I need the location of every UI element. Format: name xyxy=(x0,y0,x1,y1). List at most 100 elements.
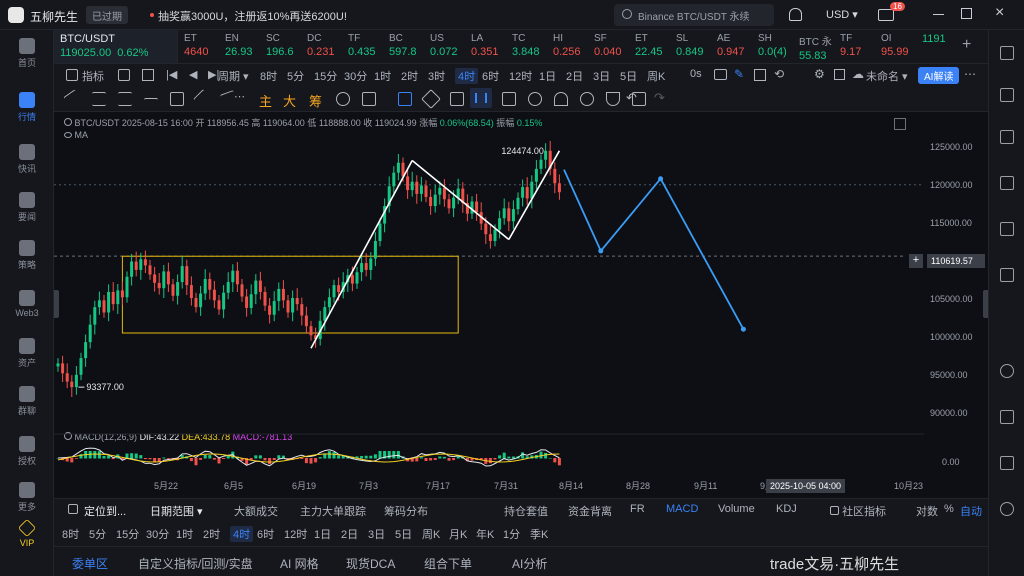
ticker-item[interactable]: OI 95.99 xyxy=(875,30,916,63)
alert-icon[interactable] xyxy=(1000,410,1014,424)
layers-icon[interactable] xyxy=(1000,456,1014,470)
bottom-interval-14[interactable]: 月K xyxy=(449,526,467,542)
watchlist-icon[interactable] xyxy=(1000,46,1014,60)
search-box[interactable]: Binance BTC/USDT 永续 xyxy=(614,4,774,26)
nav-item-0[interactable]: 首页 xyxy=(0,38,54,69)
ticker-item[interactable]: SL 0.849 xyxy=(670,30,711,63)
nav-item-9[interactable]: 更多 xyxy=(0,482,54,513)
interval-5[interactable]: 2时 xyxy=(401,68,418,84)
seconds-button[interactable]: 0s xyxy=(690,68,702,80)
bottom-interval-11[interactable]: 3日 xyxy=(368,526,385,542)
panel-tab-5[interactable]: AI分析 xyxy=(512,555,547,572)
bottom-interval-9[interactable]: 1日 xyxy=(314,526,331,542)
ticker-item[interactable]: BTC/USDT 119025.00 0.62% xyxy=(54,30,178,63)
bottom-interval-6[interactable]: 4时 xyxy=(230,526,254,542)
ticker-item[interactable]: AE 0.947 xyxy=(711,30,752,63)
orderbook-icon[interactable] xyxy=(1000,88,1014,102)
ray-icon[interactable] xyxy=(193,89,213,109)
interval-9[interactable]: 12时 xyxy=(509,68,532,84)
settings-icon[interactable]: ⚙ xyxy=(814,67,825,81)
expired-badge[interactable]: 已过期 xyxy=(86,6,128,24)
crosshair-add-button[interactable]: + xyxy=(909,254,923,268)
link-icon[interactable] xyxy=(528,92,542,106)
locate-icon[interactable] xyxy=(68,504,78,514)
locate-button[interactable]: 定位到... xyxy=(84,503,126,519)
interval-12[interactable]: 3日 xyxy=(593,68,610,84)
indicator-tab-5[interactable]: FR xyxy=(630,503,645,515)
candlestick-chart[interactable]: 125000.00120000.00115000.00110000.001050… xyxy=(54,112,988,498)
interval-13[interactable]: 5日 xyxy=(620,68,637,84)
panel-tab-4[interactable]: 组合下单 xyxy=(424,555,472,572)
chat-icon[interactable] xyxy=(1000,502,1014,516)
big-tool[interactable]: 大 xyxy=(283,91,296,110)
magnet-icon[interactable] xyxy=(554,92,568,106)
bottom-interval-8[interactable]: 12时 xyxy=(284,526,307,542)
ticker-item[interactable]: TF 9.17 xyxy=(834,30,875,63)
bottom-interval-16[interactable]: 1分 xyxy=(503,526,520,542)
ticker-item[interactable]: BTC 永 55.83 xyxy=(793,30,834,63)
indicator-tab-6[interactable]: MACD xyxy=(666,503,698,515)
trades-icon[interactable] xyxy=(1000,130,1014,144)
pencil-icon[interactable]: ✎ xyxy=(734,67,744,81)
ticker-item[interactable]: 1191 xyxy=(916,30,957,63)
bottom-interval-3[interactable]: 30分 xyxy=(146,526,169,542)
interval-0[interactable]: 8时 xyxy=(260,68,277,84)
interval-14[interactable]: 周K xyxy=(647,68,665,84)
nav-item-7[interactable]: 群聊 xyxy=(0,386,54,417)
nav-item-3[interactable]: 要闻 xyxy=(0,192,54,223)
bottom-interval-13[interactable]: 周K xyxy=(422,526,440,542)
cursor-icon[interactable] xyxy=(398,92,412,106)
parallel-channel-icon[interactable] xyxy=(118,92,132,106)
horizontal-lines-icon[interactable] xyxy=(92,92,106,106)
interval-6[interactable]: 3时 xyxy=(428,68,445,84)
chart-area[interactable]: BTC/USDT 2025-08-15 16:00 开 118956.45 高 … xyxy=(54,112,988,498)
panel-tab-0[interactable]: 委单区 xyxy=(72,555,108,572)
add-ticker-icon[interactable]: + xyxy=(962,36,971,54)
ticker-item[interactable]: ET 22.45 xyxy=(629,30,670,63)
ticker-item[interactable]: BC 597.8 xyxy=(383,30,424,63)
close-icon[interactable]: × xyxy=(995,4,1004,22)
interval-10[interactable]: 1日 xyxy=(539,68,556,84)
ticker-item[interactable]: ET 4640 xyxy=(178,30,219,63)
auto-scale-toggle[interactable]: 自动 xyxy=(960,503,982,519)
horizontal-ray-icon[interactable] xyxy=(144,98,158,112)
rectangle-icon[interactable] xyxy=(170,92,184,106)
nav-item-6[interactable]: 资产 xyxy=(0,338,54,369)
interval-2[interactable]: 15分 xyxy=(314,68,337,84)
period-dropdown[interactable]: 周期 ▾ xyxy=(218,68,249,84)
date-range-dropdown[interactable]: 日期范围 ▾ xyxy=(150,503,203,519)
ticker-item[interactable]: HI 0.256 xyxy=(547,30,588,63)
interval-4[interactable]: 1时 xyxy=(374,68,391,84)
ticker-item[interactable]: SF 0.040 xyxy=(588,30,629,63)
interval-8[interactable]: 6时 xyxy=(482,68,499,84)
ticker-item[interactable]: LA 0.351 xyxy=(465,30,506,63)
indicator-icon[interactable] xyxy=(66,69,78,81)
back-icon[interactable]: |◀ xyxy=(166,68,177,81)
positions-icon[interactable] xyxy=(1000,222,1014,236)
indicator-tab-0[interactable]: 大额成交 xyxy=(234,503,278,519)
bell-icon[interactable] xyxy=(789,8,802,21)
bottom-interval-7[interactable]: 6时 xyxy=(257,526,274,542)
nav-item-5[interactable]: Web3 xyxy=(0,290,54,318)
undo-icon[interactable]: ↶ xyxy=(626,90,637,106)
ticker-item[interactable]: EN 26.93 xyxy=(219,30,260,63)
panel-tab-2[interactable]: AI 网格 xyxy=(280,555,319,572)
layout-name-dropdown[interactable]: 未命名 ▾ xyxy=(866,68,908,84)
calendar-right-icon[interactable] xyxy=(1000,268,1014,282)
nav-item-8[interactable]: 授权 xyxy=(0,436,54,467)
indicator-tab-2[interactable]: 筹码分布 xyxy=(384,503,428,519)
bottom-interval-4[interactable]: 1时 xyxy=(176,526,193,542)
ticker-item[interactable]: US 0.072 xyxy=(424,30,465,63)
percent-toggle[interactable]: % xyxy=(944,503,954,515)
trendline-icon[interactable] xyxy=(63,89,83,109)
nav-item-4[interactable]: 策略 xyxy=(0,240,54,271)
layout-icon[interactable] xyxy=(754,69,766,81)
more-tools-icon[interactable]: ⋯ xyxy=(234,90,245,103)
minimize-icon[interactable] xyxy=(933,14,944,15)
bottom-interval-0[interactable]: 8时 xyxy=(62,526,79,542)
fullscreen-icon[interactable] xyxy=(834,69,845,80)
eye-icon[interactable] xyxy=(580,92,594,106)
filter-icon[interactable] xyxy=(606,92,620,106)
indicator-tab-8[interactable]: KDJ xyxy=(776,503,797,515)
depth-chart-icon[interactable] xyxy=(1000,176,1014,190)
